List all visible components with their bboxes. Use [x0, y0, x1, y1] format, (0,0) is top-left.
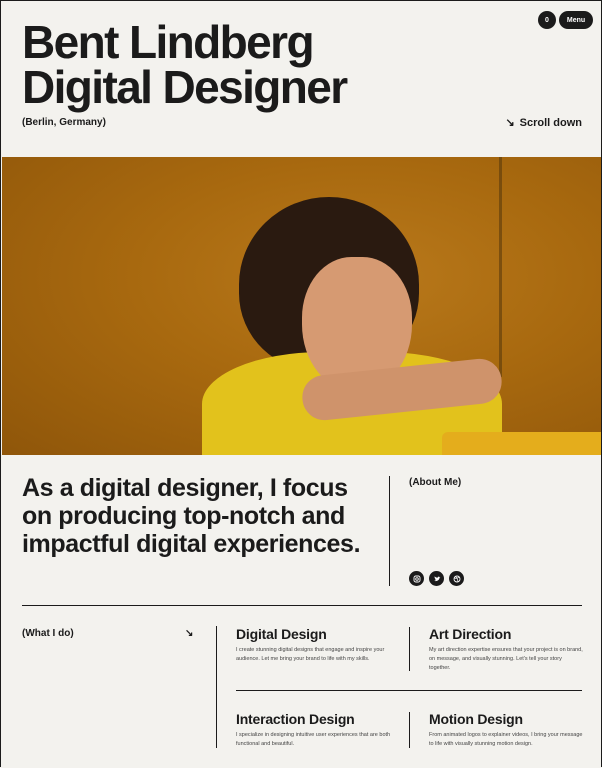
- designer-role: Digital Designer: [22, 61, 348, 113]
- service-card-art-direction[interactable]: Art Direction My art direction expertise…: [429, 626, 584, 673]
- social-links: [409, 571, 464, 586]
- designer-name: Bent Lindberg: [22, 16, 315, 68]
- services-divider: [236, 690, 582, 691]
- divider: [389, 476, 390, 586]
- service-title: Interaction Design: [236, 711, 355, 727]
- service-card-interaction-design[interactable]: Interaction Design I specialize in desig…: [236, 711, 391, 749]
- about-me-link[interactable]: (About Me): [409, 477, 461, 488]
- service-title: Art Direction: [429, 626, 512, 642]
- twitter-icon[interactable]: [429, 571, 444, 586]
- location-label: (Berlin, Germany): [22, 117, 106, 128]
- intro-statement: As a digital designer, I focus on produc…: [22, 474, 361, 558]
- section-divider: [22, 605, 582, 606]
- scroll-down-label: Scroll down: [519, 116, 582, 129]
- divider: [216, 626, 217, 748]
- divider: [409, 712, 410, 748]
- hero-chair-shape: [442, 432, 601, 455]
- service-card-digital-design[interactable]: Digital Design I create stunning digital…: [236, 626, 391, 664]
- hero-pole-shape: [499, 157, 502, 377]
- service-description: From animated logos to explainer videos,…: [429, 732, 583, 747]
- divider: [409, 627, 410, 671]
- service-description: I create stunning digital designs that e…: [236, 647, 385, 662]
- page-title: Bent Lindberg Digital Designer: [22, 16, 348, 113]
- arrow-down-right-icon: ↘: [185, 628, 194, 639]
- scroll-down-link[interactable]: ↘ Scroll down: [505, 116, 582, 130]
- service-description: My art direction expertise ensures that …: [429, 647, 583, 671]
- cart-button[interactable]: 0: [538, 11, 556, 29]
- service-description: I specialize in designing intuitive user…: [236, 732, 391, 747]
- instagram-icon[interactable]: [409, 571, 424, 586]
- hero-image: [2, 157, 601, 455]
- service-title: Motion Design: [429, 711, 523, 727]
- dribbble-icon[interactable]: [449, 571, 464, 586]
- arrow-down-right-icon: ↘: [505, 117, 515, 129]
- service-title: Digital Design: [236, 626, 327, 642]
- service-card-motion-design[interactable]: Motion Design From animated logos to exp…: [429, 711, 584, 749]
- menu-button[interactable]: Menu: [559, 11, 593, 29]
- what-i-do-label: (What I do): [22, 628, 74, 639]
